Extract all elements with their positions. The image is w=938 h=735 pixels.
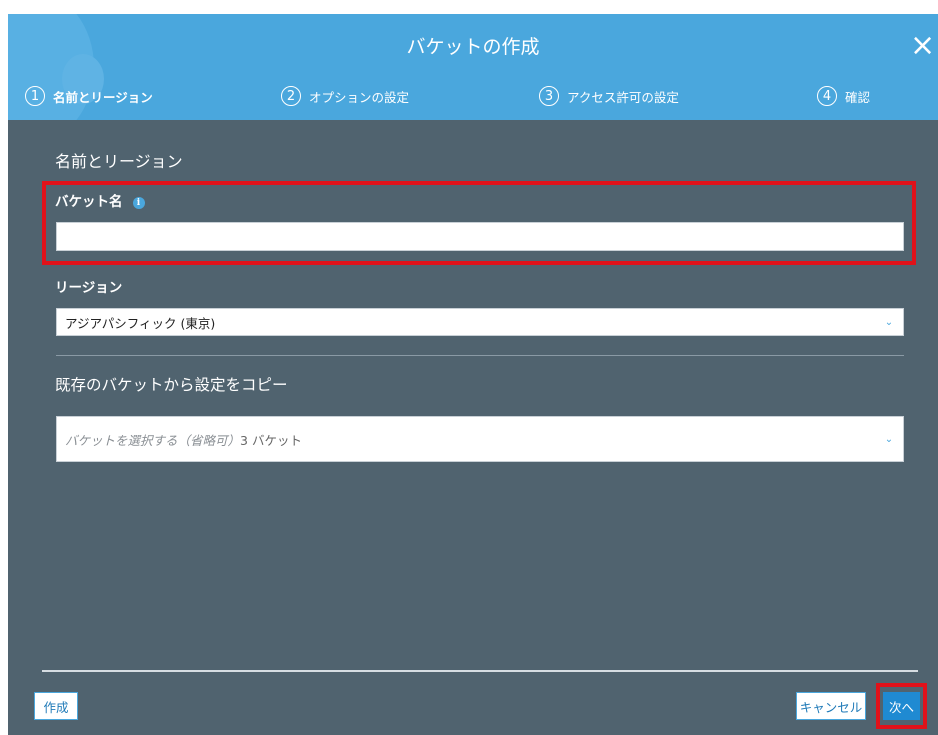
- chevron-down-icon: ⌄: [884, 316, 894, 328]
- divider: [56, 355, 904, 356]
- step-review[interactable]: 4 確認: [817, 84, 870, 108]
- step-label: オプションの設定: [309, 89, 410, 105]
- step-label: 名前とリージョン: [53, 89, 153, 105]
- step-number: 1: [25, 86, 45, 106]
- create-bucket-dialog: バケットの作成 × 1 名前とリージョン 2 オプションの設定 3 アクセス許可…: [8, 14, 938, 735]
- step-name-region[interactable]: 1 名前とリージョン: [25, 84, 153, 108]
- copy-bucket-select[interactable]: バケットを選択する（省略可）3 バケット ⌄: [56, 416, 904, 462]
- region-label: リージョン: [55, 280, 123, 296]
- dialog-header: バケットの作成 × 1 名前とリージョン 2 オプションの設定 3 アクセス許可…: [8, 14, 938, 120]
- bucket-name-input[interactable]: [56, 222, 904, 251]
- chevron-down-icon: ⌄: [884, 433, 894, 445]
- copy-settings-title: 既存のバケットから設定をコピー: [55, 376, 288, 394]
- footer-divider: [42, 670, 918, 672]
- step-number: 2: [281, 86, 301, 106]
- close-icon[interactable]: ×: [910, 28, 938, 64]
- region-value: アジアパシフィック (東京): [65, 315, 216, 331]
- copy-bucket-placeholder: バケットを選択する（省略可）3 バケット: [57, 430, 875, 449]
- region-select[interactable]: アジアパシフィック (東京) ⌄: [56, 308, 904, 336]
- copy-placeholder-text: バケットを選択する（省略可）: [65, 432, 241, 448]
- next-button-highlight: [876, 683, 927, 729]
- step-number: 4: [817, 86, 837, 106]
- step-number: 3: [539, 86, 559, 106]
- copy-bucket-count: 3 バケット: [240, 432, 302, 448]
- section-title: 名前とリージョン: [55, 152, 183, 171]
- cancel-button[interactable]: キャンセル: [796, 692, 866, 720]
- step-options[interactable]: 2 オプションの設定: [281, 84, 409, 108]
- create-button[interactable]: 作成: [34, 692, 78, 720]
- dialog-title: バケットの作成: [406, 36, 540, 58]
- step-label: 確認: [845, 89, 871, 105]
- step-label: アクセス許可の設定: [567, 89, 679, 105]
- step-permissions[interactable]: 3 アクセス許可の設定: [539, 84, 679, 108]
